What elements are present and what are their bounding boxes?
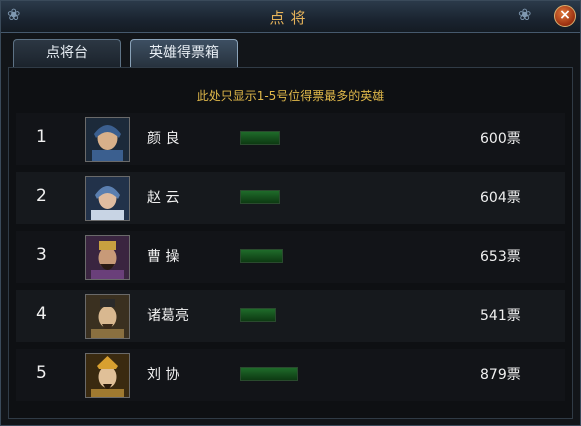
vote-bar — [240, 190, 280, 204]
vote-count: 879票 — [480, 367, 521, 383]
vote-window: ❀ 点将 ❀ × 点将台 英雄得票箱 此处只显示1-5号位得票最多的英雄 1 颜… — [0, 0, 581, 426]
hero-avatar — [85, 176, 130, 221]
rank-number: 3 — [36, 245, 47, 265]
rank-number: 1 — [36, 127, 47, 147]
vote-count: 604票 — [480, 190, 521, 206]
vote-bar-track — [240, 131, 300, 145]
vote-bar — [240, 131, 280, 145]
close-button[interactable]: × — [554, 5, 576, 27]
rank-number: 4 — [36, 304, 47, 324]
vote-bar-track — [240, 249, 300, 263]
vote-bar — [240, 249, 283, 263]
tab-hero-vote-box[interactable]: 英雄得票箱 — [130, 39, 238, 67]
hero-name: 诸葛亮 — [147, 308, 189, 324]
close-icon: × — [559, 7, 571, 23]
hero-row[interactable]: 2 赵 云 604票 — [16, 172, 565, 224]
vote-count: 541票 — [480, 308, 521, 324]
hero-name: 赵 云 — [147, 190, 180, 206]
vote-bar — [240, 367, 298, 381]
hero-name: 曹 操 — [147, 249, 180, 265]
hero-avatar — [85, 353, 130, 398]
hero-row[interactable]: 5 刘 协 879票 — [16, 349, 565, 401]
hero-row[interactable]: 3 曹 操 653票 — [16, 231, 565, 283]
vote-bar-track — [240, 190, 300, 204]
hero-row[interactable]: 1 颜 良 600票 — [16, 113, 565, 165]
rank-number: 2 — [36, 186, 47, 206]
hero-vote-panel: 此处只显示1-5号位得票最多的英雄 1 颜 良 600票 2 赵 云 604票 … — [8, 67, 573, 419]
vote-count: 600票 — [480, 131, 521, 147]
hero-name: 颜 良 — [147, 131, 180, 147]
rank-number: 5 — [36, 363, 47, 383]
ornament-right-icon: ❀ — [518, 5, 532, 24]
hero-name: 刘 协 — [147, 367, 180, 383]
tab-dianjiang-tai[interactable]: 点将台 — [13, 39, 121, 67]
window-title: 点将 — [269, 9, 312, 27]
vote-bar-track — [240, 367, 300, 381]
title-bar[interactable]: ❀ 点将 ❀ × — [1, 1, 580, 33]
hero-avatar — [85, 235, 130, 280]
info-note: 此处只显示1-5号位得票最多的英雄 — [196, 89, 385, 103]
vote-count: 653票 — [480, 249, 521, 265]
vote-bar-track — [240, 308, 300, 322]
vote-bar — [240, 308, 276, 322]
hero-avatar — [85, 117, 130, 162]
hero-avatar — [85, 294, 130, 339]
hero-row[interactable]: 4 诸葛亮 541票 — [16, 290, 565, 342]
